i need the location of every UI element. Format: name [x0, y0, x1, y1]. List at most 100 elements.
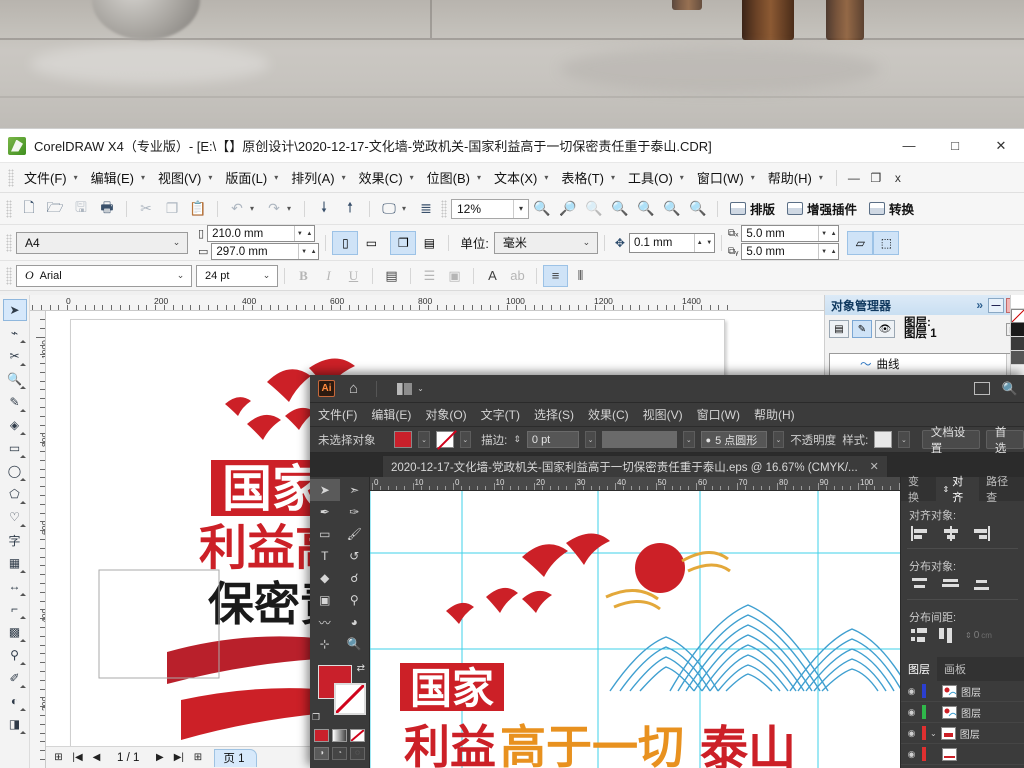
landscape-icon[interactable]: ▭ [358, 231, 384, 255]
list-item[interactable]: 〜 曲线 [830, 354, 1019, 374]
fill-tool[interactable]: ◐ [3, 690, 27, 712]
menu-table[interactable]: 表格(T) [555, 166, 608, 189]
workspace-icon[interactable] [973, 382, 990, 395]
textbar-grip[interactable] [6, 266, 12, 285]
menu-text[interactable]: 文本(X) [488, 166, 541, 189]
eye-icon[interactable]: ◉ [905, 728, 918, 739]
add-page-after-icon[interactable]: ⊞ [189, 749, 206, 766]
ai-menu-type[interactable]: 文字(T) [481, 406, 520, 423]
chevron-down-icon[interactable]: ⌄ [418, 431, 430, 448]
shape-tool[interactable]: ⌁ [3, 322, 27, 344]
chevron-down-icon[interactable]: ⌄ [683, 431, 695, 448]
plugin-convert-button[interactable]: 转换 [863, 199, 920, 218]
color-swatch[interactable] [1011, 351, 1024, 365]
ai-menu-view[interactable]: 视图(V) [643, 406, 683, 423]
docker-minimize-button[interactable]: — [988, 297, 1004, 313]
layer-row[interactable]: ◉ [901, 744, 1024, 765]
menu-arrange[interactable]: 排列(A) [285, 166, 338, 189]
color-swatch[interactable] [1011, 295, 1024, 309]
smart-fill-tool[interactable]: ◈ [3, 414, 27, 436]
font-size-combo[interactable]: 24 pt ⌄ [196, 264, 278, 287]
menubar-grip[interactable] [8, 168, 14, 187]
page-tab[interactable]: 页 1 [214, 748, 258, 767]
chevron-down-icon[interactable]: ▾ [250, 204, 261, 213]
current-page-icon[interactable]: ▤ [416, 231, 442, 255]
chevron-down-icon[interactable]: ⌄ [772, 431, 785, 448]
layers-list[interactable]: ◉ 图层 ◉ 图层 ◉ ⌄ 图层 ◉ [901, 681, 1024, 768]
edit-text-icon[interactable]: ab [505, 265, 530, 287]
doc-close-button[interactable]: x [887, 171, 909, 185]
units-combo[interactable]: 毫米 ⌄ [493, 231, 598, 254]
zoom-tool[interactable]: 🔍 [340, 633, 370, 655]
stroke-color-control[interactable] [334, 683, 366, 715]
chevron-down-icon[interactable]: ⌄ [168, 237, 185, 248]
lasso-tool[interactable]: ☌ [340, 567, 370, 589]
menu-help[interactable]: 帮助(H) [762, 166, 816, 189]
chevron-down-icon[interactable]: ▾ [339, 173, 353, 182]
arrange-documents-icon[interactable] [397, 382, 413, 395]
open-icon[interactable]: 🗁 [42, 197, 68, 221]
menu-tools[interactable]: 工具(O) [622, 166, 677, 189]
blend-tool[interactable]: ▩ [3, 621, 27, 643]
ai-menu-file[interactable]: 文件(F) [318, 406, 357, 423]
doc-restore-button[interactable]: ❐ [865, 171, 887, 185]
prev-page-icon[interactable]: ◀ [88, 749, 105, 766]
font-family-combo[interactable]: O Arial ⌄ [16, 264, 192, 287]
ai-menu-object[interactable]: 对象(O) [425, 406, 466, 423]
close-icon[interactable]: ✕ [870, 460, 879, 473]
connector-tool[interactable]: ⌐ [3, 598, 27, 620]
spacing-value[interactable]: 0 [974, 630, 980, 641]
spacing-stepper-icon[interactable]: ⇕ [965, 631, 972, 640]
preferences-button[interactable]: 首选 [985, 427, 1024, 455]
menu-window[interactable]: 窗口(W) [691, 166, 748, 189]
chevron-down-icon[interactable]: ▾ [205, 173, 219, 182]
layer-manager-view-icon[interactable]: ▤ [829, 320, 849, 338]
show-object-properties-icon[interactable]: 👁 [875, 320, 895, 338]
dimension-tool[interactable]: ↔ [3, 575, 27, 597]
save-icon[interactable]: 🖫 [68, 197, 94, 221]
paintbrush-tool[interactable]: 🖌 [340, 523, 370, 545]
draw-behind-icon[interactable]: ◔ [332, 747, 347, 760]
export-icon[interactable]: 🠕 [337, 197, 363, 221]
duplicate-x-input[interactable]: 5.0 mm ▼ ▲ [741, 225, 840, 242]
tab-transform[interactable]: 变换 [901, 476, 936, 504]
layer-row[interactable]: ◉ 图层 [901, 702, 1024, 723]
chevron-down-icon[interactable]: ▾ [677, 173, 691, 182]
edit-across-layers-icon[interactable]: ✎ [852, 320, 872, 338]
cut-icon[interactable]: ✂ [133, 197, 159, 221]
new-icon[interactable]: 🗋 [16, 197, 42, 221]
first-page-icon[interactable]: |◀ [69, 749, 86, 766]
copy-icon[interactable]: ❐ [159, 197, 185, 221]
ai-menu-effect[interactable]: 效果(C) [588, 406, 629, 423]
interactive-fill-tool[interactable]: ◨ [3, 713, 27, 735]
tab-pathfinder[interactable]: 路径查 [979, 476, 1024, 504]
chevron-down-icon[interactable]: ⌄ [930, 729, 937, 738]
rectangle-tool[interactable]: ▭ [310, 523, 340, 545]
polygon-tool[interactable]: ⬠ [3, 483, 27, 505]
eyedropper-tool[interactable]: ⚲ [3, 644, 27, 666]
document-setup-button[interactable]: 文档设置 [921, 427, 980, 455]
chevron-down-icon[interactable]: ⌄ [417, 384, 424, 393]
home-icon[interactable]: ⌂ [349, 380, 358, 397]
pick-tool[interactable]: ➤ [2, 299, 27, 321]
text-tool[interactable]: 字 [3, 529, 27, 551]
show-hide-text-icon[interactable]: ≡ [543, 264, 568, 287]
ai-menu-window[interactable]: 窗口(W) [697, 406, 740, 423]
align-left-icon[interactable] [911, 526, 928, 541]
horizontal-distribute-space-icon[interactable] [938, 628, 955, 643]
options-icon[interactable]: ≣ [413, 197, 439, 221]
align-right-icon[interactable] [973, 526, 990, 541]
illustrator-canvas[interactable]: 国家 利益 高于一切 泰山 [370, 491, 900, 768]
zoom-selected-icon[interactable]: 🔍 [581, 197, 607, 221]
search-icon[interactable]: 🔍 [1002, 381, 1018, 397]
draw-normal-icon[interactable]: ◑ [314, 747, 329, 760]
menu-bitmaps[interactable]: 位图(B) [421, 166, 474, 189]
duplicate-y-input[interactable]: 5.0 mm ▼ ▲ [741, 243, 840, 260]
plugin-typesetting-button[interactable]: 排版 [724, 199, 781, 218]
color-swatch[interactable] [1011, 323, 1024, 337]
toolbar-grip[interactable] [441, 199, 447, 218]
page-width-input[interactable]: 210.0 mm ▼ ▲ [207, 225, 316, 242]
character-panel-icon[interactable]: A [480, 265, 505, 287]
last-page-icon[interactable]: ▶| [170, 749, 187, 766]
chevron-down-icon[interactable]: ▾ [608, 173, 622, 182]
